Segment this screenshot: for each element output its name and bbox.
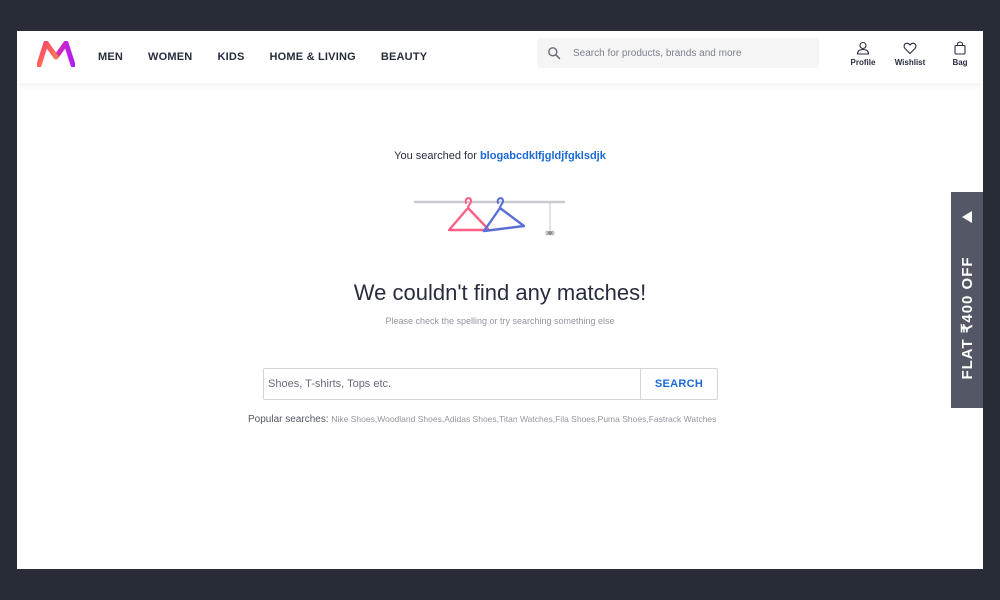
popular-link-nike-shoes[interactable]: Nike Shoes: [331, 414, 374, 424]
main-nav: MEN WOMEN KIDS HOME & LIVING BEAUTY: [98, 31, 452, 83]
wishlist-button[interactable]: Wishlist: [890, 41, 930, 67]
searched-prefix: You searched for: [394, 150, 477, 162]
caret-left-icon[interactable]: [961, 210, 973, 224]
promo-label: FLAT ₹400 OFF: [959, 256, 976, 380]
profile-label: Profile: [850, 58, 876, 67]
wishlist-label: Wishlist: [894, 58, 926, 67]
main-search-bar: SEARCH: [263, 368, 718, 400]
no-results-subline: Please check the spelling or try searchi…: [385, 316, 615, 326]
bag-label: Bag: [952, 58, 968, 67]
profile-icon: [856, 41, 870, 55]
nav-item-men[interactable]: MEN: [98, 51, 123, 63]
popular-searches-list: Nike Shoes,Woodland Shoes,Adidas Shoes,T…: [331, 414, 717, 424]
searched-for-text: You searched for blogabcdklfjgldjfgklsdj…: [17, 150, 983, 162]
heart-icon: [903, 42, 917, 55]
search-icon[interactable]: [547, 46, 561, 60]
popular-link-puma-shoes[interactable]: Puma Shoes: [598, 414, 647, 424]
profile-button[interactable]: Profile: [843, 41, 883, 67]
popular-searches: Popular searches: Nike Shoes,Woodland Sh…: [248, 414, 716, 425]
nav-item-women[interactable]: WOMEN: [148, 51, 192, 63]
search-button[interactable]: SEARCH: [641, 369, 717, 399]
popular-link-fila-shoes[interactable]: Fila Shoes: [555, 414, 595, 424]
main-search-input[interactable]: [268, 369, 638, 399]
bag-button[interactable]: Bag: [947, 41, 973, 67]
no-results-headline: We couldn't find any matches!: [353, 280, 647, 305]
nav-item-kids[interactable]: KIDS: [217, 51, 244, 63]
nav-item-beauty[interactable]: BEAUTY: [381, 51, 427, 63]
popular-link-woodland-shoes[interactable]: Woodland Shoes: [377, 414, 442, 424]
header-search-box: [537, 38, 819, 68]
nav-item-home-living[interactable]: HOME & LIVING: [270, 51, 356, 63]
popular-searches-label: Popular searches:: [248, 414, 329, 425]
myntra-logo[interactable]: [37, 41, 75, 67]
hangers-icon: [414, 197, 566, 236]
header-search-input[interactable]: [573, 38, 813, 68]
site-header: MEN WOMEN KIDS HOME & LIVING BEAUTY Prof…: [17, 31, 983, 83]
popular-link-titan-watches[interactable]: Titan Watches: [499, 414, 553, 424]
popular-link-adidas-shoes[interactable]: Adidas Shoes: [444, 414, 496, 424]
bag-icon: [954, 41, 966, 55]
popular-link-fastrack-watches[interactable]: Fastrack Watches: [649, 414, 717, 424]
search-term: blogabcdklfjgldjfgklsdjk: [479, 150, 606, 162]
promo-side-tab[interactable]: FLAT ₹400 OFF: [951, 192, 983, 408]
page-frame: MEN WOMEN KIDS HOME & LIVING BEAUTY Prof…: [17, 31, 983, 569]
